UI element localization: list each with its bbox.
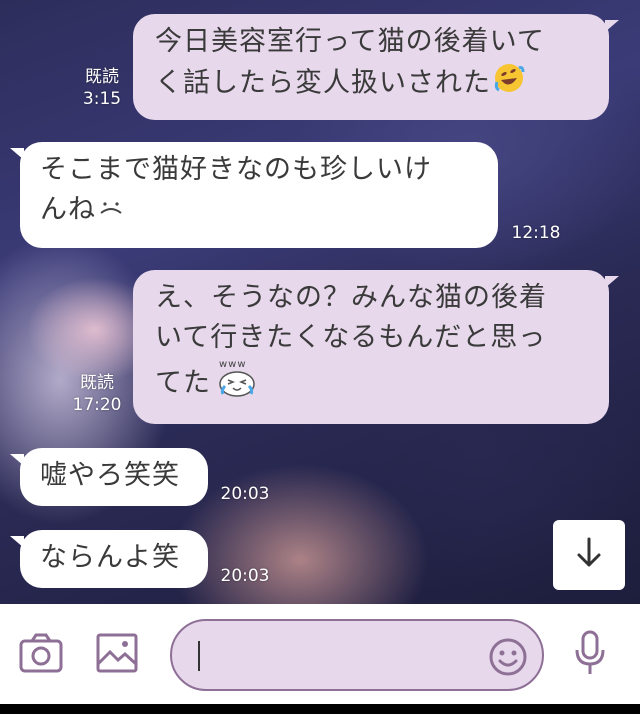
smiley-icon [488, 638, 528, 681]
read-receipt: 既読 3:15 [82, 67, 122, 109]
crying-laughing-sticker: www [213, 358, 261, 410]
message-line: んね [40, 194, 96, 225]
chat-area[interactable]: 既読 3:15 今日美容室行って猫の後着いて く話したら変人扱いされた そこまで… [0, 0, 640, 604]
message-timestamp: 20:03 [220, 484, 270, 504]
message-bubble-incoming[interactable]: そこまで猫好きなのも珍しいけ んね [10, 142, 498, 248]
read-receipt: 既読 17:20 [72, 373, 122, 415]
message-line: 嘘やろ笑笑 [40, 460, 180, 491]
message-timestamp: 20:03 [220, 566, 270, 586]
message-input-bar [0, 604, 640, 704]
message-line: いて行きたくなるもんだと思っ [155, 322, 547, 353]
message-line: 今日美容室行って猫の後着いて [155, 26, 545, 57]
message-line: え、そうなの？みんな猫の後着 [155, 282, 547, 313]
bottom-edge [0, 704, 640, 714]
sticker-text: www [219, 359, 247, 370]
image-button[interactable] [94, 632, 140, 678]
message-bubble-incoming[interactable]: ならんよ笑 [10, 530, 208, 588]
text-caret [198, 641, 200, 671]
camera-icon [19, 633, 63, 677]
message-bubble-outgoing[interactable]: 今日美容室行って猫の後着いて く話したら変人扱いされた [133, 14, 619, 120]
message-line: ならんよ笑 [40, 542, 180, 573]
message-timestamp: 12:18 [511, 223, 561, 243]
message-bubble-outgoing[interactable]: え、そうなの？みんな猫の後着 いて行きたくなるもんだと思っ てた www [133, 270, 619, 424]
message-line: く話したら変人扱いされた [155, 67, 491, 99]
message-input[interactable] [170, 619, 544, 691]
message-bubble-incoming[interactable]: 嘘やろ笑笑 [10, 448, 208, 506]
camera-button[interactable] [18, 632, 64, 678]
scroll-to-bottom-button[interactable] [553, 520, 625, 590]
image-icon [95, 632, 139, 678]
emoji-button[interactable] [488, 637, 528, 681]
message-line: てた [155, 367, 211, 399]
rofl-emoji [493, 62, 525, 106]
arrow-down-icon [571, 535, 607, 575]
microphone-icon [573, 630, 607, 680]
voice-input-button[interactable] [568, 630, 612, 680]
sweat-dots-emoji [98, 191, 124, 231]
message-line: そこまで猫好きなのも珍しいけ [40, 154, 432, 185]
